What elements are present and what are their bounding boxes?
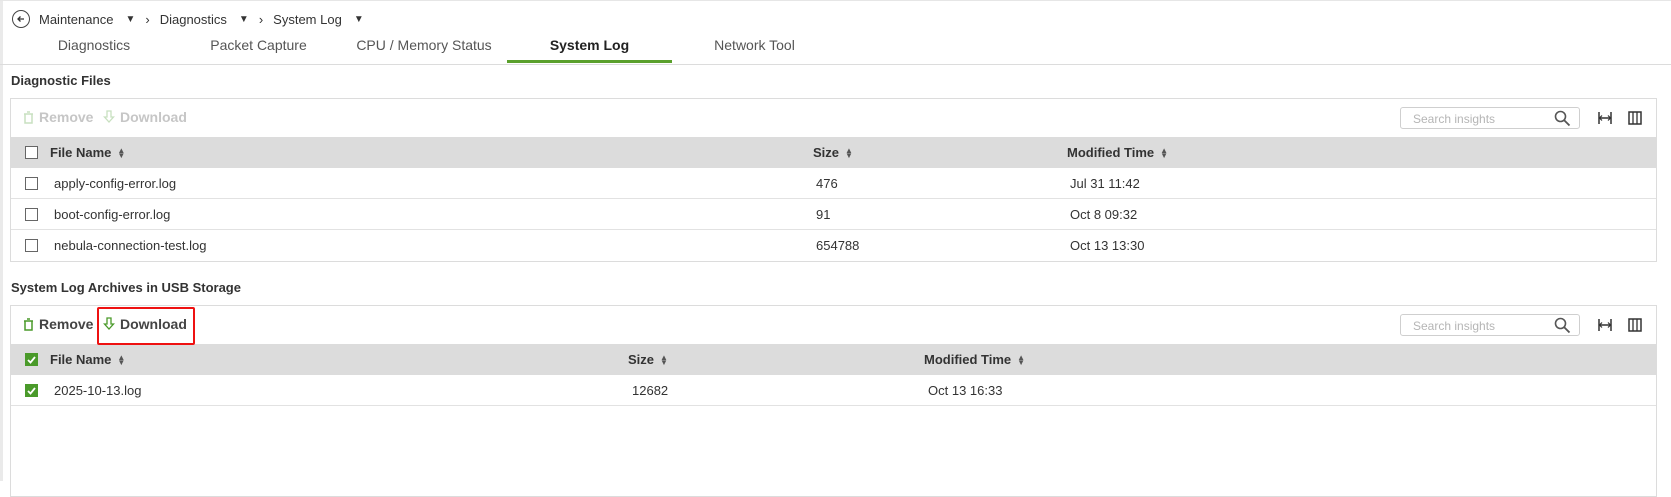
tab-diagnostics[interactable]: Diagnostics <box>10 32 178 63</box>
usb-archives-title: System Log Archives in USB Storage <box>11 280 241 295</box>
row-checkbox[interactable] <box>25 384 38 397</box>
file-size: 12682 <box>632 383 669 398</box>
sort-icon: ▲ ▼ <box>117 145 126 160</box>
diagnostic-files-toolbar: Remove Download <box>11 99 1656 137</box>
usb-archives-toolbar: Remove Download <box>11 306 1656 344</box>
table-row[interactable]: nebula-connection-test.log 654788 Oct 13… <box>11 230 1656 260</box>
column-file-name[interactable]: File Name ▲ ▼ <box>50 145 125 160</box>
file-size: 654788 <box>816 238 860 253</box>
chevron-down-icon[interactable]: ▼ <box>239 14 249 25</box>
breadcrumb-maintenance[interactable]: Maintenance <box>39 12 113 27</box>
tab-packet-capture[interactable]: Packet Capture <box>176 32 341 63</box>
search-icon[interactable] <box>1554 317 1571 334</box>
column-modified-time[interactable]: Modified Time ▲ ▼ <box>924 352 1025 367</box>
chevron-down-icon[interactable]: ▼ <box>125 14 135 25</box>
sort-icon: ▲ ▼ <box>660 352 668 367</box>
select-all-checkbox[interactable] <box>25 146 38 159</box>
file-name: boot-config-error.log <box>54 207 171 222</box>
table-row[interactable]: boot-config-error.log 91 Oct 8 09:32 <box>11 199 1656 230</box>
table-header: File Name ▲ ▼ Size ▲ ▼ Modified Time ▲ ▼ <box>11 344 1656 375</box>
left-edge <box>0 0 3 481</box>
tab-network-tool[interactable]: Network Tool <box>672 32 837 63</box>
file-size: 476 <box>816 176 838 191</box>
top-edge <box>0 0 1671 1</box>
row-checkbox[interactable] <box>25 177 38 190</box>
columns-icon[interactable] <box>1628 111 1642 125</box>
fit-columns-icon[interactable] <box>1598 112 1612 124</box>
remove-button[interactable]: Remove <box>23 109 93 125</box>
sort-icon: ▲ ▼ <box>1017 352 1026 367</box>
breadcrumb: Maintenance ▼ › Diagnostics ▼ › System L… <box>12 8 364 30</box>
breadcrumb-system-log[interactable]: System Log <box>273 12 342 27</box>
file-name: nebula-connection-test.log <box>54 238 207 253</box>
download-icon <box>103 110 115 123</box>
tab-cpu-memory-status[interactable]: CPU / Memory Status <box>341 32 507 63</box>
checkmark-icon <box>27 355 36 364</box>
column-file-name[interactable]: File Name ▲ ▼ <box>50 352 125 367</box>
sort-icon: ▲ ▼ <box>845 145 853 160</box>
select-all-checkbox[interactable] <box>25 353 38 366</box>
sort-icon: ▲ ▼ <box>1160 145 1169 160</box>
file-size: 91 <box>816 207 831 222</box>
trash-icon <box>24 110 33 124</box>
chevron-right-icon: › <box>145 11 150 27</box>
table-header: File Name ▲ ▼ Size ▲ ▼ Modified Time ▲ ▼ <box>11 137 1656 168</box>
file-name: apply-config-error.log <box>54 176 177 191</box>
checkmark-icon <box>27 386 36 395</box>
table-row[interactable]: apply-config-error.log 476 Jul 31 11:42 <box>11 168 1656 199</box>
search-input[interactable] <box>1411 109 1555 129</box>
diagnostic-files-title: Diagnostic Files <box>11 73 111 88</box>
modified-time: Oct 13 16:33 <box>928 383 1003 398</box>
back-icon[interactable] <box>12 10 30 28</box>
file-name: 2025-10-13.log <box>54 383 142 398</box>
breadcrumb-diagnostics[interactable]: Diagnostics <box>160 12 227 27</box>
table-row[interactable]: 2025-10-13.log 12682 Oct 13 16:33 <box>11 375 1656 406</box>
trash-icon <box>24 317 33 331</box>
search-field[interactable] <box>1400 314 1580 336</box>
row-checkbox[interactable] <box>25 239 38 252</box>
remove-button[interactable]: Remove <box>23 316 93 332</box>
column-modified-time[interactable]: Modified Time ▲ ▼ <box>1067 145 1168 160</box>
column-size[interactable]: Size ▲ ▼ <box>628 352 668 367</box>
search-input[interactable] <box>1411 316 1555 336</box>
modified-time: Oct 8 09:32 <box>1070 207 1138 222</box>
columns-icon[interactable] <box>1628 318 1642 332</box>
sort-icon: ▲ ▼ <box>117 352 126 367</box>
search-icon[interactable] <box>1554 110 1571 127</box>
row-checkbox[interactable] <box>25 208 38 221</box>
chevron-down-icon[interactable]: ▼ <box>354 14 364 25</box>
fit-columns-icon[interactable] <box>1598 319 1612 331</box>
modified-time: Oct 13 13:30 <box>1070 238 1145 253</box>
search-field[interactable] <box>1400 107 1580 129</box>
modified-time: Jul 31 11:42 <box>1070 176 1140 191</box>
tab-system-log[interactable]: System Log <box>507 32 672 63</box>
download-highlight-box <box>97 307 195 345</box>
usb-archives-panel: Remove Download File Name▲▼ Size▲▼ Modif… <box>10 305 1657 497</box>
column-size[interactable]: Size ▲ ▼ <box>813 145 853 160</box>
chevron-right-icon: › <box>258 11 264 27</box>
download-button[interactable]: Download <box>103 109 187 125</box>
tab-bar: Diagnostics Packet Capture CPU / Memory … <box>0 32 1671 65</box>
diagnostic-files-panel: Remove Download File Name▲▼ Size▲▼ Modif… <box>10 98 1657 262</box>
